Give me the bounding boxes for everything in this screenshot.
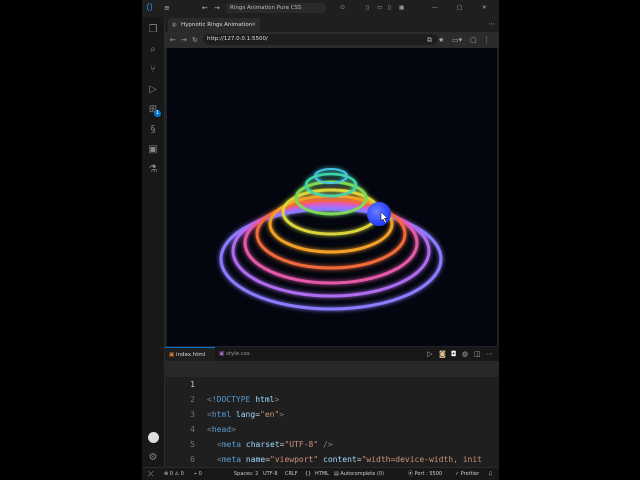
avatar	[147, 431, 159, 443]
more-actions-icon[interactable]: ⋯	[488, 17, 495, 31]
run-icon[interactable]: ▷	[427, 347, 432, 361]
code-line: 3 <head>	[165, 392, 499, 434]
simple-browser: ◍ Hypnotic Rings Animation ✕ ⋯ ← → ↻ htt…	[165, 17, 499, 347]
status-bar: ⤫ ⊗ 0 ⚠ 0 ⌁ 0 Spaces: 2 UTF-8 CRLF {} HT…	[142, 467, 499, 480]
close-window-icon[interactable]: ✕	[482, 0, 487, 17]
browser-back-icon[interactable]: ←	[170, 33, 176, 47]
account-icon[interactable]	[142, 427, 164, 447]
back-arrow-icon[interactable]: ←	[202, 0, 208, 17]
tab-index-html[interactable]: ▣ index.html	[165, 347, 215, 361]
code-line: 1 <!DOCTYPE html>	[165, 362, 499, 404]
code-line: 4 <meta charset="UTF-8" />	[165, 407, 499, 449]
code-editor: ▣ index.html ▣ style.css ▷ ◙ ◘ ◍ ◫ ⋯ 💡 1…	[165, 347, 499, 479]
copilot-icon[interactable]: ⚇	[340, 0, 345, 17]
explorer-icon[interactable]: ❐	[142, 19, 164, 39]
testing-icon[interactable]: ⚗	[142, 159, 164, 179]
url-input[interactable]: http://127.0.0.1:5500/	[203, 34, 438, 45]
editor-more-icon[interactable]: ⋯	[486, 347, 493, 361]
layout-panel-icon[interactable]: ▭	[377, 0, 382, 17]
preview-icon[interactable]: ◘	[451, 347, 457, 361]
remote-icon[interactable]: ⤫	[148, 468, 154, 480]
forward-arrow-icon[interactable]: →	[214, 0, 220, 17]
customize-layout-icon[interactable]: ▦	[399, 0, 404, 17]
encoding-indicator[interactable]: UTF-8	[263, 468, 278, 480]
spaces-indicator[interactable]: Spaces: 2	[234, 468, 258, 480]
live-server-icon[interactable]: ◙	[439, 347, 446, 361]
browser-nav-bar: ← → ↻ http://127.0.0.1:5500/ ⧉ ★ ▭▾ ▢ ⋮	[165, 32, 499, 48]
globe-icon: ◍	[172, 22, 177, 28]
rings-animation	[219, 168, 443, 311]
editor-tabs: ▣ index.html ▣ style.css ▷ ◙ ◘ ◍ ◫ ⋯	[165, 347, 499, 362]
css-file-icon: ▣	[219, 351, 225, 357]
browser-tab-title: Hypnotic Rings Animation	[181, 22, 253, 28]
code-line: 6 <title>Hypnotic Rings Animation</title…	[165, 437, 499, 479]
cast-icon[interactable]: ▭▾	[452, 33, 462, 47]
prettier-indicator[interactable]: ✓ Prettier	[455, 468, 479, 480]
code-line: 7 <link rel="stylesheet" href="style.css…	[165, 452, 499, 479]
extensions-icon[interactable]: ⊞ 1	[142, 99, 164, 119]
notifications-icon[interactable]: ♫	[488, 468, 492, 480]
close-tab-icon[interactable]: ✕	[251, 18, 256, 32]
problems-indicator[interactable]: ⊗ 0 ⚠ 0	[164, 468, 184, 480]
live-server-port[interactable]: ⦿ Port : 5500	[408, 468, 442, 480]
open-external-icon[interactable]: ⧉	[427, 33, 432, 47]
autocomplete-indicator[interactable]: ▤ Autocomplete (0)	[334, 468, 384, 480]
remote-explorer-icon[interactable]: ▣	[142, 139, 164, 159]
tab-label: index.html	[175, 352, 206, 358]
extensions-badge: 1	[154, 110, 161, 117]
browser-tab-bar: ◍ Hypnotic Rings Animation ✕ ⋯	[165, 17, 499, 32]
eol-indicator[interactable]: CRLF	[285, 468, 298, 480]
open-browser-icon[interactable]: ◍	[462, 347, 468, 361]
minimize-icon[interactable]: —	[432, 0, 438, 17]
browser-tab[interactable]: ◍ Hypnotic Rings Animation ✕	[168, 18, 260, 32]
html-file-icon: ▣	[169, 352, 175, 358]
code-line: 5 <meta name="viewport" content="width=d…	[165, 422, 499, 464]
browser-forward-icon[interactable]: →	[181, 33, 187, 47]
tab-label: style.css	[225, 351, 250, 357]
more-icon[interactable]: ⋮	[483, 33, 490, 47]
run-debug-icon[interactable]: ▷	[142, 79, 164, 99]
vscode-window: ⟨⟩ ≡ ← → Rings Animation Pure CSS ⚇ ▯ ▭ …	[142, 0, 499, 480]
command-center[interactable]: Rings Animation Pure CSS	[226, 3, 326, 13]
search-icon[interactable]: ⌕	[142, 39, 164, 59]
settings-gear-icon[interactable]: ⚙	[142, 447, 164, 467]
menu-icon[interactable]: ≡	[164, 0, 170, 17]
vscode-logo-icon: ⟨⟩	[146, 3, 154, 13]
language-indicator[interactable]: HTML	[315, 468, 329, 480]
code-line: 2 <html lang="en">	[165, 377, 499, 419]
braces-icon[interactable]: {}	[305, 468, 311, 480]
layout-sidebar-icon[interactable]: ▯	[366, 0, 369, 17]
star-icon[interactable]: ★	[438, 33, 444, 47]
layout-secondary-icon[interactable]: ▯	[388, 0, 391, 17]
page-viewport[interactable]	[167, 48, 497, 346]
view-icon[interactable]: ▢	[470, 33, 477, 47]
code-area[interactable]: 💡 1 <!DOCTYPE html> 2 <html lang="en"> 3…	[165, 362, 499, 479]
activity-bar: ❐ ⌕ ⑂ ▷ ⊞ 1 § ▣ ⚗ ⚙	[142, 17, 165, 467]
maximize-icon[interactable]: □	[457, 0, 462, 17]
ports-indicator[interactable]: ⌁ 0	[194, 468, 202, 480]
title-bar: ⟨⟩ ≡ ← → Rings Animation Pure CSS ⚇ ▯ ▭ …	[142, 0, 499, 17]
command-center-label: Rings Animation Pure CSS	[230, 5, 302, 11]
source-control-icon[interactable]: ⑂	[142, 59, 164, 79]
cursor-ball	[367, 202, 391, 226]
split-editor-icon[interactable]: ◫	[474, 347, 481, 361]
tab-style-css[interactable]: ▣ style.css	[215, 347, 263, 361]
reload-icon[interactable]: ↻	[192, 33, 198, 47]
github-icon[interactable]: §	[142, 119, 164, 139]
